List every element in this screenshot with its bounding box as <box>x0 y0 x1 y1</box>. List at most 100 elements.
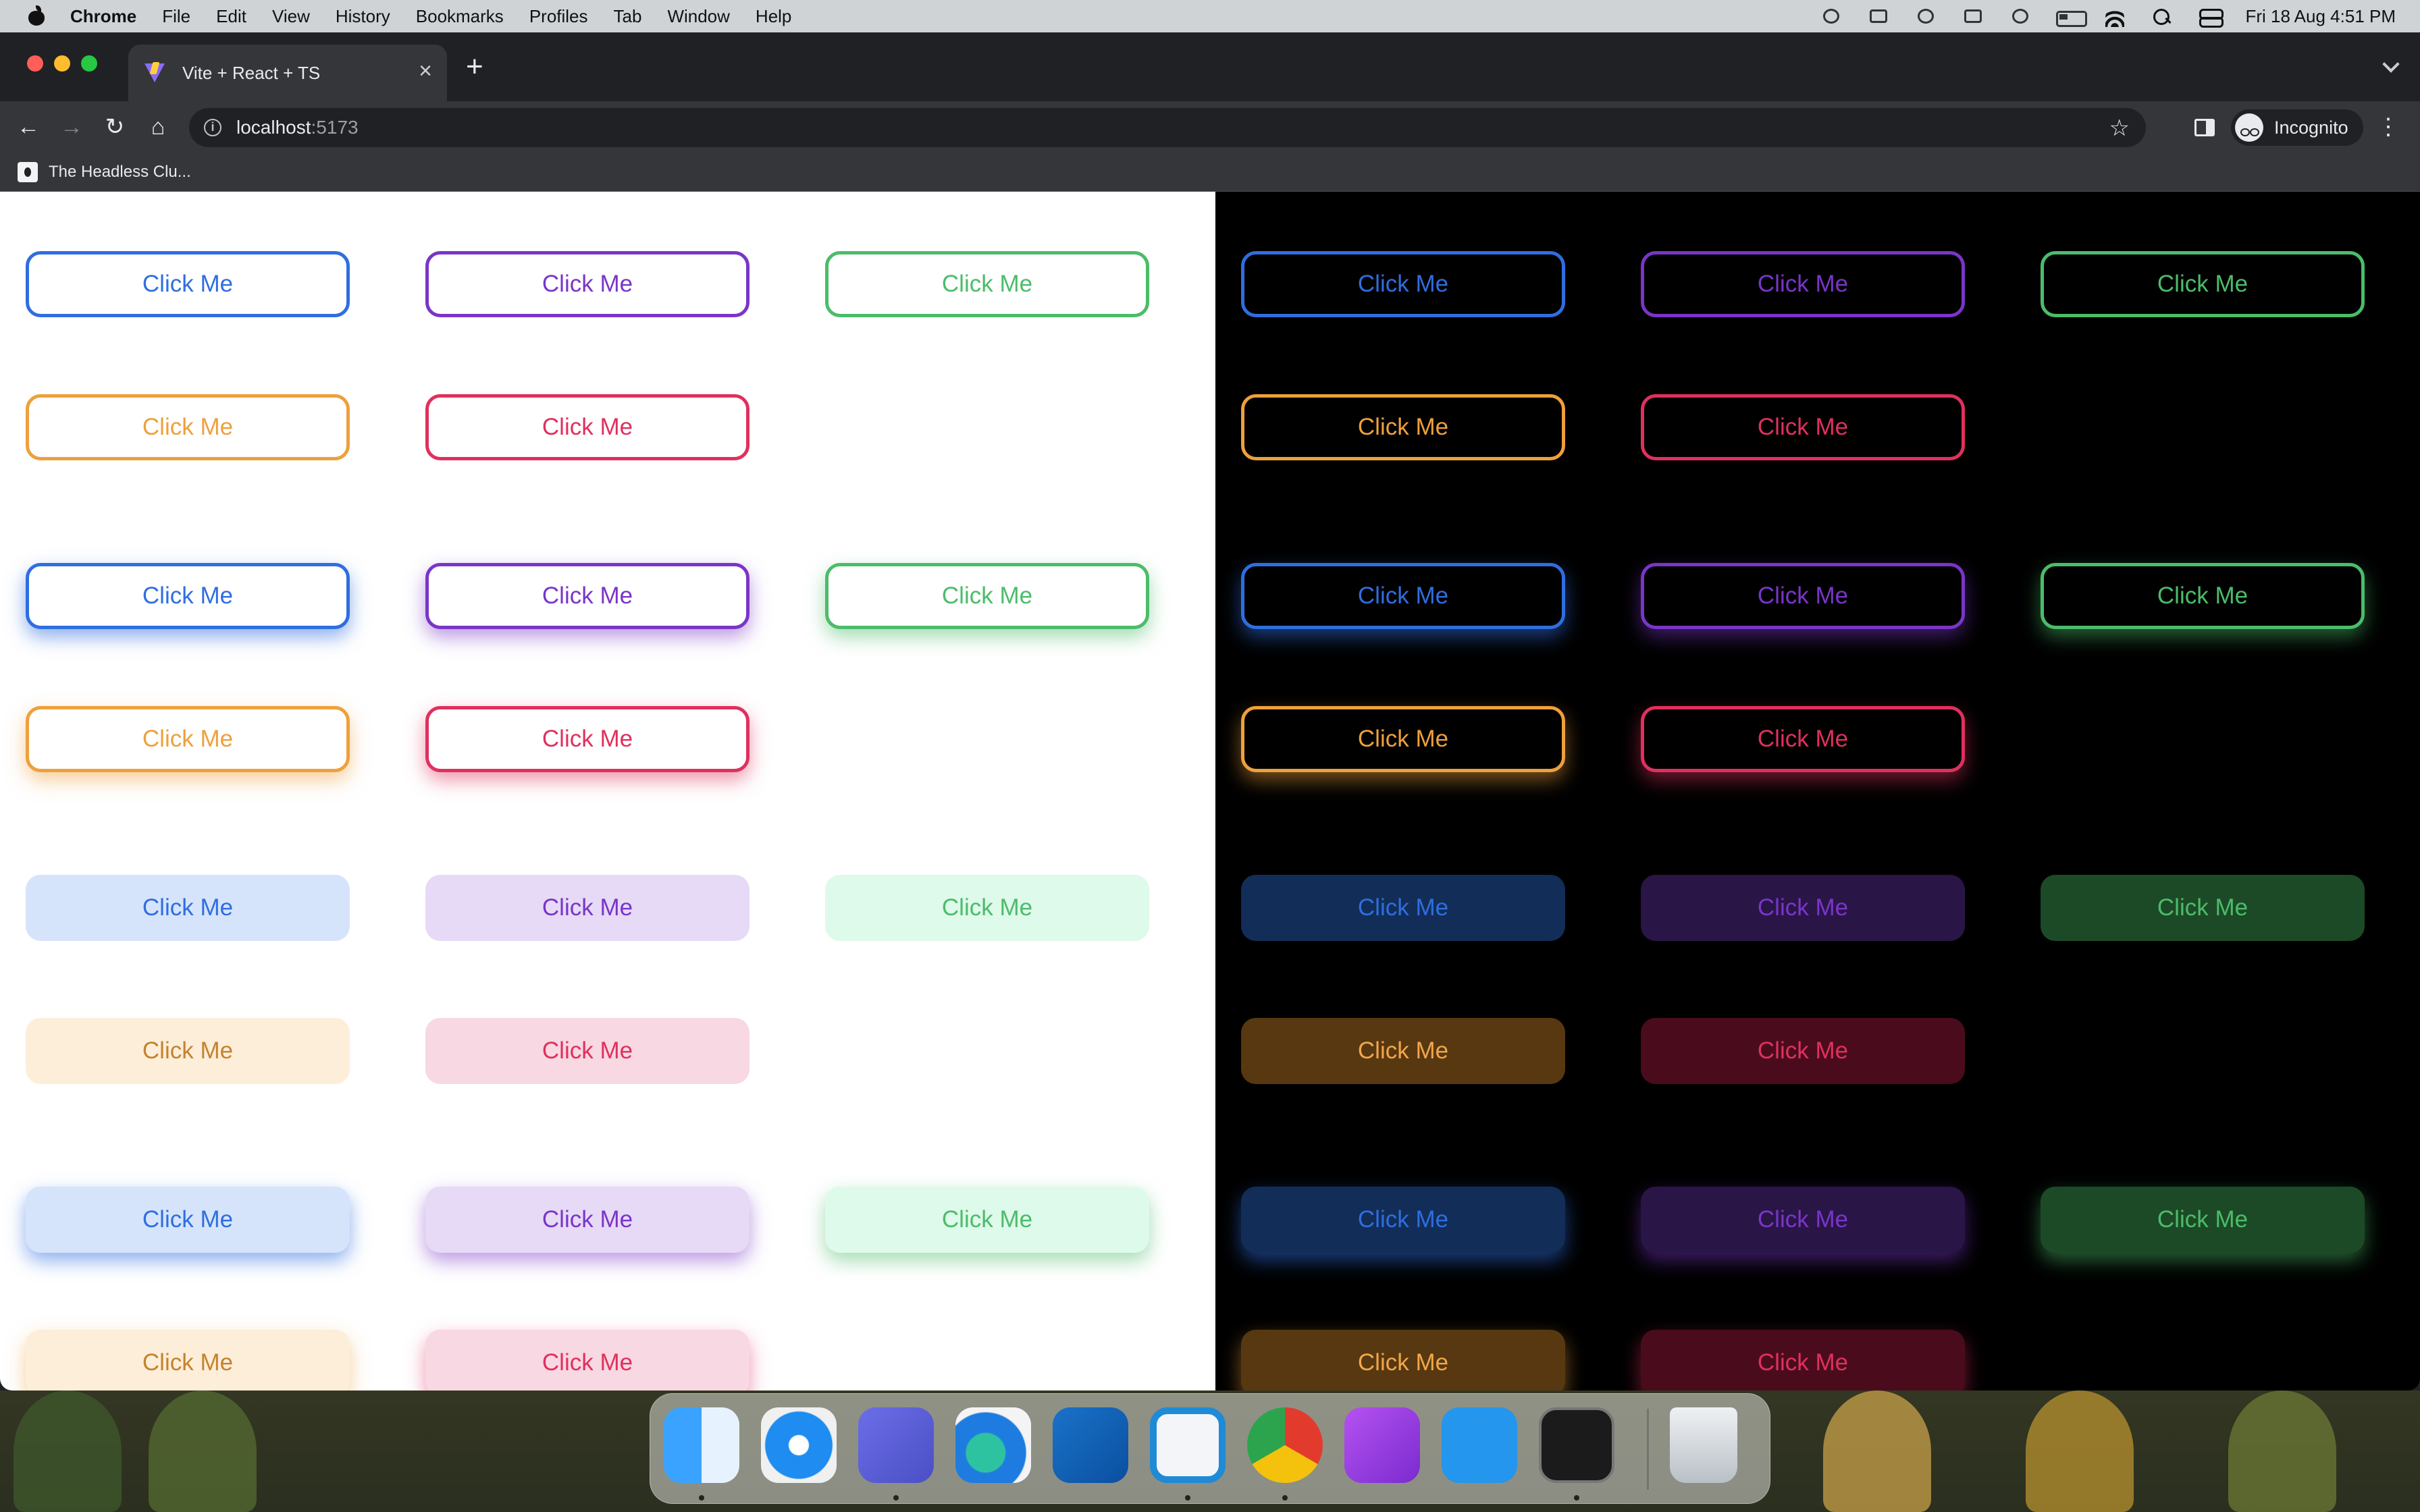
side-panel-icon[interactable] <box>2194 119 2215 136</box>
dark-soft-blue-button[interactable]: Click Me <box>1241 875 1565 941</box>
soft-orange-button[interactable]: Click Me <box>26 1018 350 1084</box>
safari-icon[interactable] <box>761 1407 837 1483</box>
menu-bookmarks[interactable]: Bookmarks <box>416 6 504 27</box>
outline-glow-blue-button[interactable]: Click Me <box>26 563 350 629</box>
soft-glow-red-button[interactable]: Click Me <box>425 1330 749 1390</box>
address-bar[interactable]: i localhost:5173 ☆ <box>189 108 2146 147</box>
wifi-icon[interactable] <box>2103 7 2126 27</box>
soft-glow-purple-button[interactable]: Click Me <box>425 1187 749 1253</box>
fullscreen-window-button[interactable] <box>81 55 97 72</box>
soft-glow-orange-button[interactable]: Click Me <box>26 1330 350 1390</box>
play-status-icon[interactable] <box>2009 7 2032 26</box>
dark-outline-green-button[interactable]: Click Me <box>2041 251 2365 317</box>
outline-glow-green-button[interactable]: Click Me <box>825 563 1149 629</box>
url-host: localhost <box>236 117 311 138</box>
dark-soft-red-button[interactable]: Click Me <box>1641 1018 1965 1084</box>
dark-outline-glow-purple-button[interactable]: Click Me <box>1641 563 1965 629</box>
soft-glow-blue-button[interactable]: Click Me <box>26 1187 350 1253</box>
forward-button[interactable]: → <box>55 111 88 143</box>
outline-glow-purple-button[interactable]: Click Me <box>425 563 749 629</box>
tab-title: Vite + React + TS <box>182 62 321 83</box>
dark-soft-orange-button[interactable]: Click Me <box>1241 1018 1565 1084</box>
search-icon[interactable] <box>2151 7 2174 26</box>
outline-glow-orange-button[interactable]: Click Me <box>26 706 350 772</box>
dark-soft-glow-red-button[interactable]: Click Me <box>1641 1330 1965 1390</box>
reload-button[interactable]: ↻ <box>99 111 131 143</box>
menu-profiles[interactable]: Profiles <box>529 6 588 27</box>
dark-soft-glow-green-button[interactable]: Click Me <box>2041 1187 2365 1253</box>
outline-orange-button[interactable]: Click Me <box>26 394 350 460</box>
menu-edit[interactable]: Edit <box>216 6 246 27</box>
edge-icon[interactable] <box>955 1407 1031 1483</box>
ploomber-icon[interactable] <box>1344 1407 1420 1483</box>
outlook-icon[interactable] <box>1053 1407 1128 1483</box>
soft-purple-button[interactable]: Click Me <box>425 875 749 941</box>
menubar-clock[interactable]: Fri 18 Aug 4:51 PM <box>2245 6 2396 27</box>
dark-outline-glow-green-button[interactable]: Click Me <box>2041 563 2365 629</box>
outline-green-button[interactable]: Click Me <box>825 251 1149 317</box>
vscode-icon[interactable] <box>1150 1407 1226 1483</box>
dark-outline-red-button[interactable]: Click Me <box>1641 394 1965 460</box>
tab-vite-react[interactable]: Vite + React + TS × <box>128 45 447 101</box>
dark-soft-glow-purple-button[interactable]: Click Me <box>1641 1187 1965 1253</box>
menu-help[interactable]: Help <box>756 6 791 27</box>
site-info-icon[interactable]: i <box>204 119 221 136</box>
home-button[interactable]: ⌂ <box>142 111 174 143</box>
dark-theme-panel: Click Me Click Me Click Me Click Me Clic… <box>1215 192 2420 1390</box>
soft-glow-green-button[interactable]: Click Me <box>825 1187 1149 1253</box>
tab-search-chevron-icon[interactable] <box>2382 55 2400 73</box>
dark-soft-purple-button[interactable]: Click Me <box>1641 875 1965 941</box>
dock-separator <box>1647 1409 1649 1490</box>
teams-icon[interactable] <box>858 1407 934 1483</box>
menu-window[interactable]: Window <box>667 6 729 27</box>
soft-red-button[interactable]: Click Me <box>425 1018 749 1084</box>
docker-icon[interactable] <box>1442 1407 1517 1483</box>
menu-view[interactable]: View <box>272 6 310 27</box>
trash-icon[interactable] <box>1670 1407 1737 1483</box>
close-tab-icon[interactable]: × <box>419 58 432 84</box>
printer-status-icon[interactable] <box>1962 7 1984 26</box>
close-window-button[interactable] <box>27 55 43 72</box>
minimize-window-button[interactable] <box>54 55 70 72</box>
menu-app-name[interactable]: Chrome <box>70 6 136 27</box>
spotlight-status-icon[interactable] <box>1820 7 1843 26</box>
outline-blue-button[interactable]: Click Me <box>26 251 350 317</box>
outline-red-button[interactable]: Click Me <box>425 394 749 460</box>
chrome-icon[interactable] <box>1247 1407 1323 1483</box>
dark-soft-glow-orange-button[interactable]: Click Me <box>1241 1330 1565 1390</box>
more-menu-icon[interactable]: ⋮ <box>2377 113 2400 140</box>
user-status-icon[interactable] <box>1914 7 1937 26</box>
bookmark-star-icon[interactable]: ☆ <box>2109 115 2130 142</box>
bookmark-headless-club[interactable]: The Headless Clu... <box>18 162 191 182</box>
dark-outline-blue-button[interactable]: Click Me <box>1241 251 1565 317</box>
terminal-icon[interactable] <box>1539 1407 1614 1483</box>
dark-soft-glow-blue-button[interactable]: Click Me <box>1241 1187 1565 1253</box>
incognito-profile-button[interactable]: Incognito <box>2231 109 2363 146</box>
finder-icon[interactable] <box>664 1407 739 1483</box>
control-center-icon[interactable] <box>2198 7 2224 28</box>
outline-purple-button[interactable]: Click Me <box>425 251 749 317</box>
dark-soft-green-button[interactable]: Click Me <box>2041 875 2365 941</box>
dark-outline-orange-button[interactable]: Click Me <box>1241 394 1565 460</box>
page-viewport: Click Me Click Me Click Me Click Me Clic… <box>0 192 2420 1390</box>
dark-outline-glow-red-button[interactable]: Click Me <box>1641 706 1965 772</box>
soft-green-button[interactable]: Click Me <box>825 875 1149 941</box>
battery-icon[interactable] <box>2056 7 2088 27</box>
vite-favicon-icon <box>143 62 166 84</box>
running-indicator <box>1185 1495 1190 1501</box>
menu-file[interactable]: File <box>162 6 190 27</box>
soft-blue-button[interactable]: Click Me <box>26 875 350 941</box>
dark-outline-purple-button[interactable]: Click Me <box>1641 251 1965 317</box>
menubar-status-area: Fri 18 Aug 4:51 PM <box>1820 0 2396 32</box>
outline-glow-red-button[interactable]: Click Me <box>425 706 749 772</box>
desktop-wallpaper-tree <box>2228 1390 2336 1512</box>
menu-history[interactable]: History <box>336 6 390 27</box>
weather-status-icon[interactable] <box>1867 7 1890 26</box>
back-button[interactable]: ← <box>12 111 45 143</box>
dark-outline-glow-orange-button[interactable]: Click Me <box>1241 706 1565 772</box>
apple-icon[interactable] <box>27 5 46 27</box>
bookmark-label: The Headless Clu... <box>49 163 191 181</box>
new-tab-button[interactable]: + <box>466 52 483 82</box>
menu-tab[interactable]: Tab <box>614 6 642 27</box>
dark-outline-glow-blue-button[interactable]: Click Me <box>1241 563 1565 629</box>
